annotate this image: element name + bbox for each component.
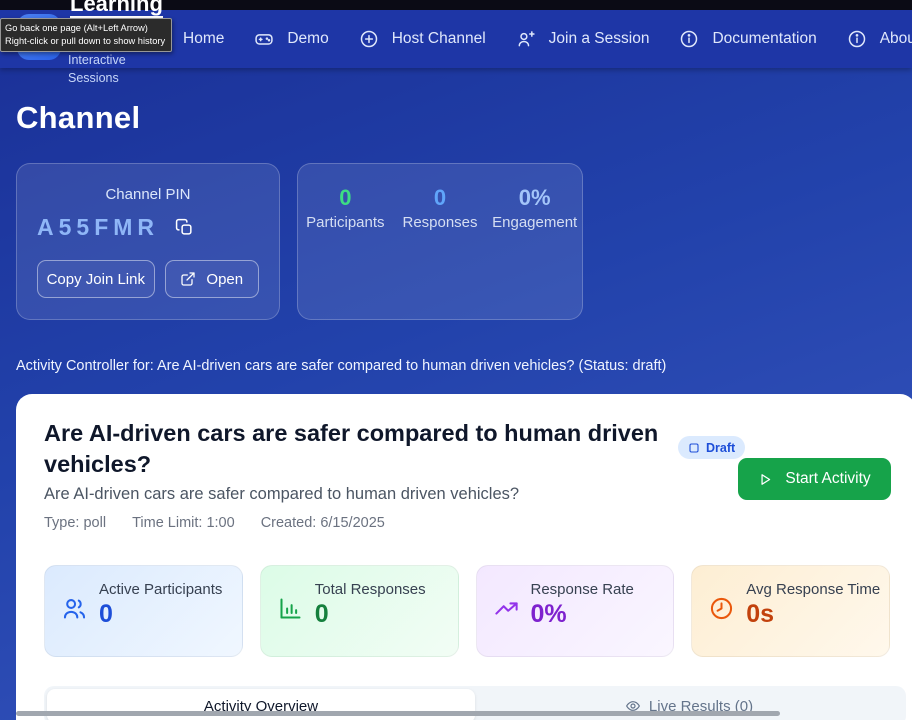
horizontal-scrollbar-thumb[interactable] bbox=[16, 711, 780, 716]
open-button[interactable]: Open bbox=[165, 260, 259, 298]
stat-label: Response Rate bbox=[531, 581, 634, 598]
activity-title: Are AI-driven cars are safer compared to… bbox=[44, 418, 689, 480]
stat-label: Avg Response Time bbox=[746, 581, 880, 598]
responses-label: Responses bbox=[393, 214, 488, 231]
user-plus-icon bbox=[516, 29, 536, 49]
participants-value: 0 bbox=[298, 185, 393, 211]
engagement-stat: 0% Engagement bbox=[487, 185, 582, 319]
stat-value: 0 bbox=[315, 600, 426, 629]
browser-back-tooltip: Go back one page (Alt+Left Arrow) Right-… bbox=[0, 18, 172, 52]
nav-label: Join a Session bbox=[549, 30, 650, 48]
responses-stat: 0 Responses bbox=[393, 185, 488, 319]
nav-item-demo[interactable]: Demo bbox=[254, 29, 328, 49]
gamepad-icon bbox=[254, 29, 274, 49]
copy-pin-icon[interactable] bbox=[175, 218, 194, 237]
activity-stat-grid: Active Participants 0 Total Responses 0 … bbox=[44, 565, 890, 657]
meta-created: Created: 6/15/2025 bbox=[261, 515, 385, 531]
status-badge-label: Draft bbox=[706, 441, 735, 455]
channel-pin-value: A55FMR bbox=[37, 214, 159, 241]
stat-value: 0s bbox=[746, 600, 880, 629]
nav-item-about[interactable]: About bbox=[847, 29, 912, 49]
meta-type: Type: poll bbox=[44, 515, 106, 531]
total-responses-card: Total Responses 0 bbox=[260, 565, 459, 657]
trending-up-icon bbox=[493, 595, 520, 656]
tooltip-line-2: Right-click or pull down to show history bbox=[5, 35, 165, 48]
activity-subtitle: Are AI-driven cars are safer compared to… bbox=[44, 485, 519, 504]
tooltip-line-1: Go back one page (Alt+Left Arrow) bbox=[5, 22, 165, 35]
clock-icon bbox=[708, 595, 735, 656]
nav-item-join-session[interactable]: Join a Session bbox=[516, 29, 650, 49]
draft-square-icon bbox=[688, 442, 700, 454]
nav-label: About bbox=[880, 30, 912, 48]
brand-subtitle-line1: Interactive bbox=[68, 52, 126, 70]
stat-label: Total Responses bbox=[315, 581, 426, 598]
nav-label: Demo bbox=[287, 30, 328, 48]
page-title: Channel bbox=[16, 100, 140, 136]
activity-meta: Type: poll Time Limit: 1:00 Created: 6/1… bbox=[44, 515, 385, 531]
brand-subtitle: Interactive Sessions bbox=[68, 52, 126, 87]
nav-item-host-channel[interactable]: Host Channel bbox=[359, 29, 486, 49]
bar-chart-icon bbox=[277, 595, 304, 656]
copy-join-link-label: Copy Join Link bbox=[47, 271, 145, 288]
activity-card: Are AI-driven cars are safer compared to… bbox=[16, 394, 912, 720]
engagement-label: Engagement bbox=[487, 214, 582, 231]
start-activity-label: Start Activity bbox=[785, 470, 870, 488]
info-circle-icon bbox=[679, 29, 699, 49]
channel-stats-card: 0 Participants 0 Responses 0% Engagement bbox=[297, 163, 583, 320]
clipped-brand-title: Learning bbox=[70, 0, 163, 19]
active-participants-card: Active Participants 0 bbox=[44, 565, 243, 657]
participants-label: Participants bbox=[298, 214, 393, 231]
stat-value: 0% bbox=[531, 600, 634, 629]
channel-pin-card: Channel PIN A55FMR Copy Join Link Open bbox=[16, 163, 280, 320]
avg-response-time-card: Avg Response Time 0s bbox=[691, 565, 890, 657]
activity-controller-line: Activity Controller for: Are AI-driven c… bbox=[16, 358, 666, 374]
play-icon bbox=[758, 472, 773, 487]
plus-circle-icon bbox=[359, 29, 379, 49]
responses-value: 0 bbox=[393, 185, 488, 211]
brand-subtitle-line2: Sessions bbox=[68, 70, 126, 88]
info-circle-icon bbox=[847, 29, 867, 49]
channel-pin-label: Channel PIN bbox=[17, 186, 279, 203]
external-link-icon bbox=[180, 271, 196, 287]
nav-label: Documentation bbox=[712, 30, 816, 48]
meta-time-limit: Time Limit: 1:00 bbox=[132, 515, 235, 531]
participants-stat: 0 Participants bbox=[298, 185, 393, 319]
users-icon bbox=[61, 595, 88, 656]
main-nav: Home Demo Host Channel Join a Session Do… bbox=[150, 10, 912, 68]
start-activity-button[interactable]: Start Activity bbox=[738, 458, 891, 500]
open-label: Open bbox=[206, 271, 243, 288]
nav-item-documentation[interactable]: Documentation bbox=[679, 29, 816, 49]
engagement-value: 0% bbox=[487, 185, 582, 211]
nav-label: Home bbox=[183, 30, 224, 48]
stat-value: 0 bbox=[99, 600, 222, 629]
stat-label: Active Participants bbox=[99, 581, 222, 598]
status-badge: Draft bbox=[678, 436, 745, 459]
response-rate-card: Response Rate 0% bbox=[476, 565, 675, 657]
copy-join-link-button[interactable]: Copy Join Link bbox=[37, 260, 155, 298]
nav-label: Host Channel bbox=[392, 30, 486, 48]
